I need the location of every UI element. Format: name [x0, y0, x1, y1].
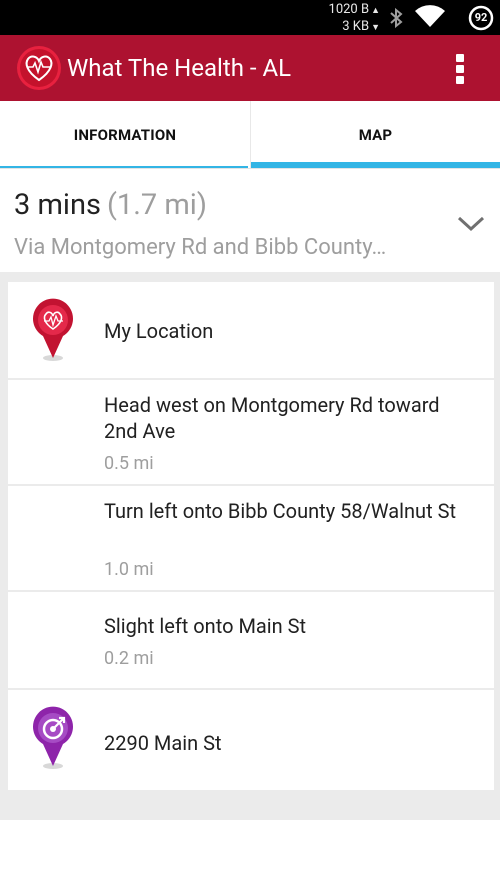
step-origin-text: My Location [104, 319, 214, 343]
step-2-text: Turn left onto Bibb County 58/Walnut St [104, 499, 457, 523]
step-destination-text: 2290 Main St [104, 731, 222, 755]
step-3-distance: 0.2 mi [104, 648, 154, 669]
route-distance: (1.7 mi) [106, 188, 207, 222]
route-via: Via Montgomery Rd and Bibb County… [14, 235, 387, 260]
chevron-down-icon[interactable] [455, 214, 487, 234]
tab-map-selected-indicator [251, 162, 500, 168]
step-1[interactable]: Head west on Montgomery Rd toward 2nd Av… [8, 380, 494, 484]
tab-map[interactable]: MAP [250, 101, 500, 169]
battery-level: 92 [474, 11, 488, 24]
tab-information-underline [0, 166, 248, 168]
app-bar: What The Health - AL [0, 35, 500, 101]
step-1-distance: 0.5 mi [104, 453, 154, 474]
app-title: What The Health - AL [67, 54, 292, 82]
route-duration: 3 mins (1.7 mi) [14, 187, 207, 223]
step-2-distance: 1.0 mi [104, 559, 154, 580]
duration-text: 3 mins [14, 188, 101, 222]
battery-icon: 92 [468, 5, 494, 31]
wifi-icon [415, 5, 445, 28]
status-bar: 1020 B ▲ 3 KB ▼ 92 [0, 0, 500, 35]
overflow-menu-icon[interactable] [446, 48, 474, 88]
tab-information[interactable]: INFORMATION [0, 101, 250, 169]
step-1-text: Head west on Montgomery Rd toward 2nd Av… [104, 393, 440, 443]
step-origin[interactable]: My Location [8, 282, 494, 378]
upload-speed: 1020 B [328, 2, 370, 17]
destination-pin-icon [33, 706, 73, 769]
tab-bar: INFORMATION MAP [0, 101, 500, 169]
network-speed: 1020 B ▲ 3 KB ▼ [328, 2, 380, 34]
download-speed: 3 KB [342, 19, 370, 34]
step-3[interactable]: Slight left onto Main St 0.2 mi [8, 592, 494, 688]
bluetooth-icon [390, 7, 403, 29]
origin-pin-icon [33, 298, 73, 361]
step-2[interactable]: Turn left onto Bibb County 58/Walnut St … [8, 486, 494, 590]
step-3-text: Slight left onto Main St [104, 614, 307, 638]
heart-pulse-logo-icon[interactable] [16, 45, 62, 91]
directions-list: My Location Head west on Montgomery Rd t… [0, 272, 500, 820]
bottom-area [0, 820, 500, 889]
step-destination[interactable]: 2290 Main St [8, 690, 494, 790]
route-summary[interactable]: 3 mins (1.7 mi) Via Montgomery Rd and Bib… [0, 170, 500, 280]
